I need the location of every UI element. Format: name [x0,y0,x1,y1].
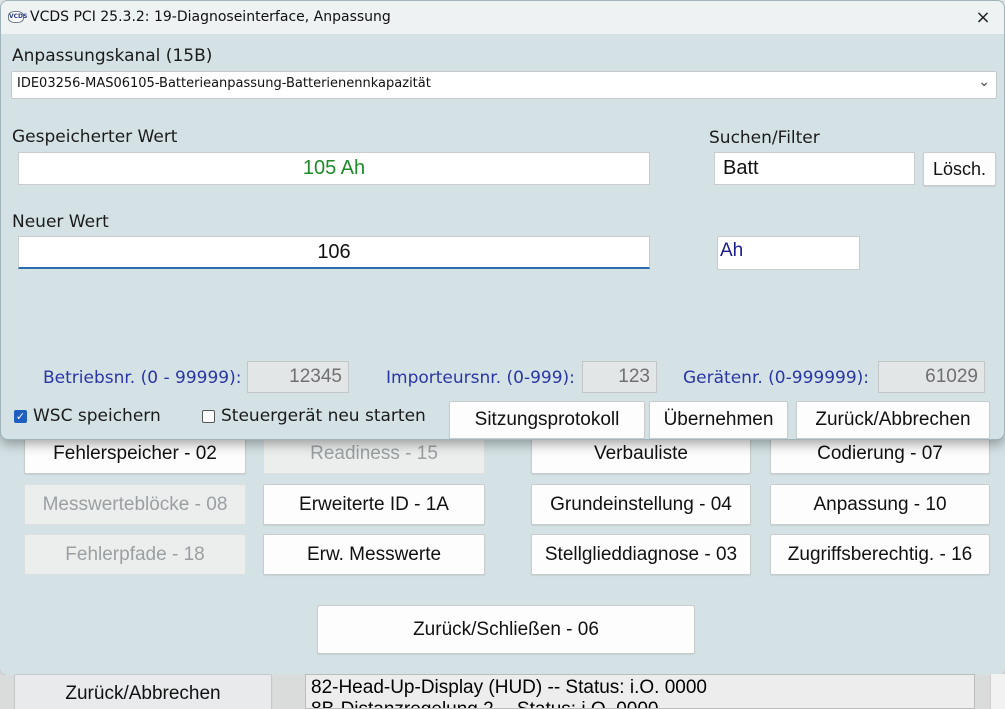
zugriffsberechtigung-button[interactable]: Zugriffsberechtig. - 16 [770,534,990,575]
erw-messwerte-button[interactable]: Erw. Messwerte [263,534,485,575]
stored-value-label: Gespeicherter Wert [12,127,178,147]
fehlerpfade-button: Fehlerpfade - 18 [24,534,246,575]
list-scrollbar[interactable] [990,674,1005,709]
geraet-field: 61029 [878,361,985,393]
channel-select[interactable]: IDE03256-MAS06105-Batterieanpassung-Batt… [11,71,997,99]
cancel-button[interactable]: Zurück/Abbrechen [796,401,990,439]
restart-checkbox[interactable]: Steuergerät neu starten [202,406,426,426]
importeur-field: 123 [582,361,657,393]
close-module-button[interactable]: Zurück/Schließen - 06 [317,605,695,654]
stored-value-field: 105 Ah [18,152,650,185]
adaptation-dialog: VCDS VCDS PCI 25.3.2: 19-Diagnoseinterfa… [0,0,1005,440]
chevron-down-icon[interactable]: ⌄ [978,74,990,90]
main-back-button[interactable]: Zurück/Abbrechen [14,674,272,709]
wsc-label: WSC speichern [33,406,161,426]
geraet-label: Gerätenr. (0-999999): [683,368,870,388]
importeur-label: Importeursnr. (0-999): [386,368,575,388]
window-title: VCDS PCI 25.3.2: 19-Diagnoseinterface, A… [30,9,391,25]
grundeinstellung-button[interactable]: Grundeinstellung - 04 [531,484,751,525]
messwertebloecke-button: Messwerteblöcke - 08 [24,484,246,525]
anpassung-button[interactable]: Anpassung - 10 [770,484,990,525]
erweiterte-id-button[interactable]: Erweiterte ID - 1A [263,484,485,525]
list-item[interactable]: 8B-Distanzregelung 2 -- Status: i.O. 000… [311,699,974,708]
title-bar[interactable]: VCDS VCDS PCI 25.3.2: 19-Diagnoseinterfa… [1,1,1004,34]
list-item[interactable]: 82-Head-Up-Display (HUD) -- Status: i.O.… [311,677,974,699]
checkbox-unchecked-icon[interactable] [202,409,215,423]
vcds-app-icon: VCDS [8,11,27,23]
clear-search-button[interactable]: Lösch. [923,152,996,186]
module-list[interactable]: 82-Head-Up-Display (HUD) -- Status: i.O.… [305,674,975,709]
close-icon[interactable]: × [968,3,998,31]
betriebsnr-field: 12345 [247,361,349,393]
betriebsnr-label: Betriebsnr. (0 - 99999): [43,368,242,388]
apply-button[interactable]: Übernehmen [649,401,788,439]
session-log-button[interactable]: Sitzungsprotokoll [449,401,645,439]
channel-select-value: IDE03256-MAS06105-Batterieanpassung-Batt… [17,76,431,91]
unit-field: Ah [717,236,860,270]
new-value-input[interactable]: 106 [18,236,650,269]
wsc-checkbox[interactable]: ✓ WSC speichern [14,406,161,426]
search-label: Suchen/Filter [709,128,820,148]
stellglieddiagnose-button[interactable]: Stellglieddiagnose - 03 [531,534,751,575]
search-input[interactable]: Batt [714,152,915,185]
main-panel: Fehlerspeicher - 02 Readiness - 15 Verba… [0,410,1005,675]
channel-label: Anpassungskanal (15B) [12,46,213,66]
checkbox-checked-icon[interactable]: ✓ [14,409,27,423]
new-value-label: Neuer Wert [12,212,109,232]
restart-label: Steuergerät neu starten [221,406,426,426]
